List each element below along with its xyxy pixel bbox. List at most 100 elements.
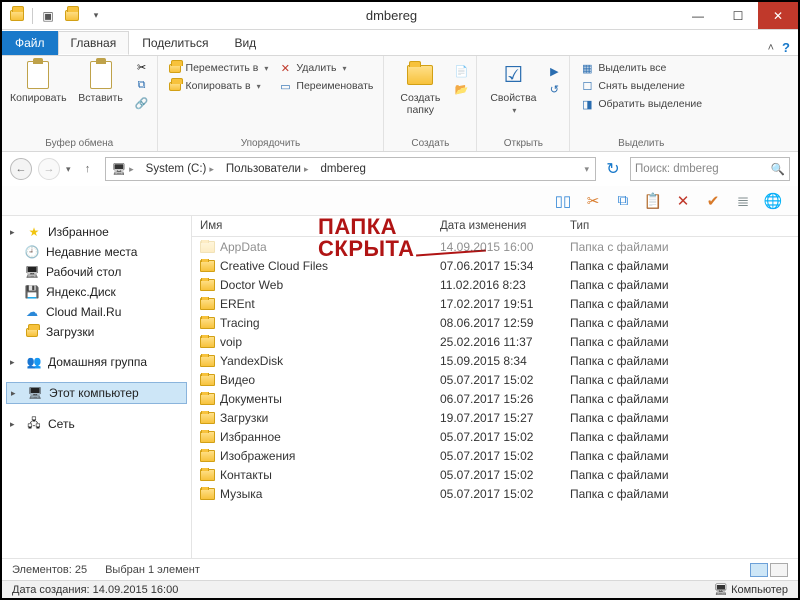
breadcrumb[interactable]: 🖥▸ System (C:)▸ Пользователи▸ dmbereg ▾ [105,157,596,181]
downloads-icon [24,324,40,340]
new-folder-icon[interactable] [63,7,81,25]
new-folder-button[interactable]: Создать папку [392,60,448,116]
delete-button[interactable]: ✕Удалить▾ [276,60,375,76]
file-type substituir: Папка с файлами [562,335,798,349]
tab-file[interactable]: Файл [2,31,58,55]
tab-share[interactable]: Поделиться [129,31,221,55]
file-type substituir: Папка с файлами [562,354,798,368]
file-name: EREnt [220,297,255,311]
nav-downloads[interactable]: Загрузки [6,322,187,342]
folder-icon [200,279,215,291]
column-headers[interactable]: Имя Дата изменения Тип [192,216,798,237]
nav-yadisk[interactable]: 💾Яндекс.Диск [6,282,187,302]
file-row[interactable]: AppData14.09.2015 16:00Папка с файлами [192,237,798,256]
properties-icon[interactable]: ▣ [39,7,57,25]
paste-shortcut-icon[interactable]: 🔗 [135,96,149,110]
invert-icon: ◨ [580,97,594,111]
open-icon[interactable]: ▶ [547,64,561,78]
file-row[interactable]: Creative Cloud Files07.06.2017 15:34Папк… [192,256,798,275]
file-row[interactable]: Музыка05.07.2017 15:02Папка с файлами [192,484,798,503]
file-row[interactable]: Tracing08.06.2017 12:59Папка с файлами [192,313,798,332]
nav-network[interactable]: ▸🖧Сеть [6,414,187,434]
nav-this-pc[interactable]: ▸🖥Этот компьютер [6,382,187,404]
move-to-button[interactable]: Переместить в▾ [166,60,271,76]
paste-button[interactable]: Вставить [73,60,129,104]
up-button[interactable]: ↑ [77,158,99,180]
icons-view-icon[interactable] [770,563,788,577]
file-type substituir: Папка с файлами [562,297,798,311]
easy-access-icon[interactable]: 📂 [454,82,468,96]
folder-icon [200,431,215,443]
history-icon[interactable]: ↺ [547,82,561,96]
rename-button[interactable]: ▭Переименовать [276,78,375,94]
nav-desktop[interactable]: 🖥Рабочий стол [6,262,187,282]
copy-icon[interactable]: ⧉ [612,190,634,212]
tab-home[interactable]: Главная [58,31,130,55]
file-row[interactable]: Документы06.07.2017 15:26Папка с файлами [192,389,798,408]
file-row[interactable]: EREnt17.02.2017 19:51Папка с файлами [192,294,798,313]
file-type substituir: Папка с файлами [562,487,798,501]
file-row[interactable]: Doctor Web11.02.2016 8:23Папка с файлами [192,275,798,294]
pc-icon[interactable]: 🖥▸ [106,162,140,176]
cut-icon[interactable]: ✂ [135,60,149,74]
file-name: AppData [220,240,267,254]
new-item-icon[interactable]: 📄 [454,64,468,78]
invert-select-button[interactable]: ◨Обратить выделение [578,96,704,112]
crumb-1: Пользователи▸ [220,163,315,175]
properties-button[interactable]: ☑ Свойства▾ [485,60,541,115]
forward-button[interactable]: → [38,158,60,180]
navigation-pane: ▸★Избранное 🕘Недавние места 🖥Рабочий сто… [2,216,192,558]
view-toggle[interactable] [750,563,788,577]
group-select-label: Выделить [578,138,704,149]
copy-to-button[interactable]: Копировать в▾ [166,78,271,94]
nav-recent[interactable]: 🕘Недавние места [6,242,187,262]
file-row[interactable]: Загрузки19.07.2017 15:27Папка с файлами [192,408,798,427]
nav-cloudmail[interactable]: ☁Cloud Mail.Ru [6,302,187,322]
collapse-ribbon-icon[interactable]: ˄ [768,42,774,54]
title-bar: ▣ ▾ dmbereg — ☐ ✕ [2,2,798,30]
pc-icon: 🖥 [27,385,43,401]
refresh-button[interactable]: ↻ [602,158,624,180]
file-row[interactable]: Изображения05.07.2017 15:02Папка с файла… [192,446,798,465]
close-button[interactable]: ✕ [758,2,798,29]
select-all-button[interactable]: ▦Выделить все [578,60,704,76]
file-type substituir: Папка с файлами [562,411,798,425]
file-name: voip [220,335,242,349]
globe-icon[interactable]: 🌐 [762,190,784,212]
tab-view[interactable]: Вид [221,31,269,55]
col-type[interactable]: Тип [562,216,798,236]
file-row[interactable]: voip25.02.2016 11:37Папка с файлами [192,332,798,351]
col-name[interactable]: Имя [192,216,432,236]
apply-icon[interactable]: ✔ [702,190,724,212]
help-icon[interactable]: ? [782,40,790,55]
chevron-down-icon[interactable]: ▾ [87,7,105,25]
paste-icon[interactable]: 📋 [642,190,664,212]
nav-homegroup[interactable]: ▸👥Домашняя группа [6,352,187,372]
search-input[interactable]: Поиск: dmbereg 🔍 [630,157,790,181]
cut-icon[interactable]: ✂ [582,190,604,212]
maximize-button[interactable]: ☐ [718,2,758,29]
minimize-button[interactable]: — [678,2,718,29]
file-row[interactable]: Видео05.07.2017 15:02Папка с файлами [192,370,798,389]
file-row[interactable]: YandexDisk15.09.2015 8:34Папка с файлами [192,351,798,370]
back-button[interactable]: ← [10,158,32,180]
columns-icon[interactable]: ≣ [732,190,754,212]
details-view-icon[interactable] [750,563,768,577]
nav-favorites[interactable]: ▸★Избранное [6,222,187,242]
file-type substituir: Папка с файлами [562,449,798,463]
delete-icon: ✕ [278,61,292,75]
recent-dropdown-icon[interactable]: ▾ [66,164,71,175]
select-none-button[interactable]: ☐Снять выделение [578,78,704,94]
crumb-0: System (C:)▸ [140,163,220,175]
copy-button[interactable]: Копировать [10,60,67,104]
panes-icon[interactable]: ▯▯ [552,190,574,212]
paste-icon [90,61,112,89]
file-row[interactable]: Избранное05.07.2017 15:02Папка с файлами [192,427,798,446]
col-date[interactable]: Дата изменения [432,216,562,236]
desktop-icon: 🖥 [24,264,40,280]
file-type substituir: Папка с файлами [562,430,798,444]
copy-path-icon[interactable]: ⧉ [135,78,149,92]
file-row[interactable]: Контакты05.07.2017 15:02Папка с файлами [192,465,798,484]
file-date: 15.09.2015 8:34 [432,354,562,368]
delete-icon[interactable]: ✕ [672,190,694,212]
